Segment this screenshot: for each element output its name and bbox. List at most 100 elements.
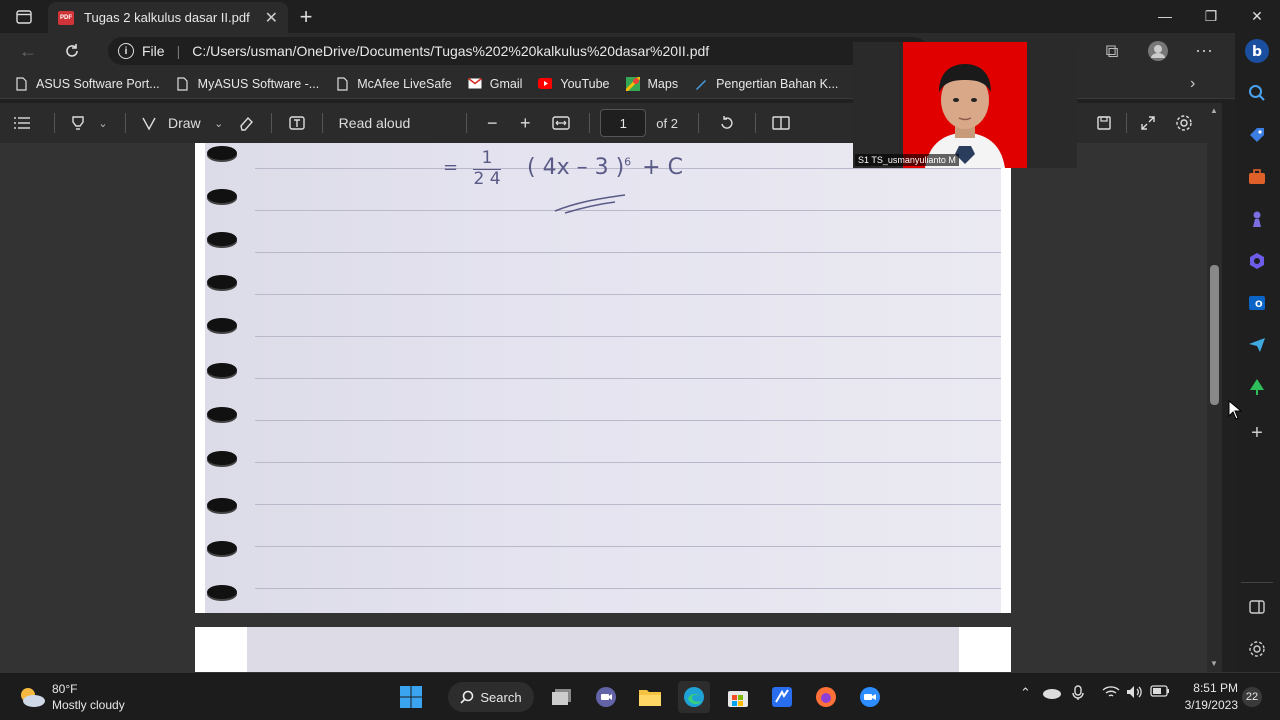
- microsoft-store-icon[interactable]: [722, 681, 754, 713]
- rotate-icon[interactable]: [709, 115, 745, 131]
- handwritten-fraction: 1 2 4: [469, 149, 505, 188]
- close-window-button[interactable]: ✕: [1234, 0, 1280, 32]
- toolbar-divider: [697, 113, 699, 133]
- show-hidden-icons-chevron-icon[interactable]: ⌃: [1020, 685, 1031, 701]
- tab-actions-button[interactable]: [10, 6, 38, 28]
- toolbar-divider: [1126, 113, 1127, 133]
- contents-list-icon[interactable]: [0, 116, 44, 130]
- firefox-icon[interactable]: [810, 681, 842, 713]
- highlight-chevron-down-icon[interactable]: ⌄: [91, 117, 115, 130]
- close-tab-icon[interactable]: ✕: [265, 8, 278, 28]
- notification-badge[interactable]: 22: [1242, 687, 1262, 707]
- clock-time: 8:51 PM: [1193, 681, 1238, 695]
- weather-widget[interactable]: 80°F Mostly cloudy: [18, 681, 125, 713]
- sidebar-settings-gear-icon[interactable]: [1243, 635, 1271, 663]
- bookmark-label: MyASUS Software -...: [197, 76, 320, 91]
- tree-icon[interactable]: [1243, 373, 1271, 401]
- draw-icon[interactable]: [136, 115, 162, 131]
- search-label: Search: [480, 689, 522, 705]
- bookmark-myasus[interactable]: MyASUS Software -...: [176, 76, 320, 91]
- collections-button[interactable]: ⧉: [1098, 39, 1126, 63]
- new-tab-button[interactable]: +: [294, 4, 318, 30]
- shopping-tag-icon[interactable]: [1243, 121, 1271, 149]
- active-tab[interactable]: PDF Tugas 2 kalkulus dasar II.pdf ✕: [48, 2, 288, 33]
- video-call-overlay[interactable]: S1 TS_usmanyulianto M: [853, 42, 1077, 168]
- bookmark-mcafee[interactable]: McAfee LiveSafe: [335, 77, 452, 91]
- save-icon[interactable]: [1092, 115, 1116, 131]
- task-view-icon[interactable]: [546, 681, 578, 713]
- vertical-scrollbar[interactable]: ▲ ▼: [1207, 103, 1222, 672]
- refresh-button[interactable]: [58, 39, 86, 63]
- highlight-icon[interactable]: [65, 115, 91, 131]
- url-field[interactable]: i File | C:/Users/usman/OneDrive/Documen…: [108, 37, 928, 65]
- back-button[interactable]: ←: [14, 39, 42, 63]
- app-editor-icon[interactable]: [766, 681, 798, 713]
- wifi-icon[interactable]: [1102, 685, 1120, 702]
- copilot-icon[interactable]: [1243, 247, 1271, 275]
- bookmark-gmail[interactable]: Gmail: [467, 77, 522, 91]
- zoom-out-button[interactable]: −: [477, 113, 507, 134]
- clock-date: 3/19/2023: [1184, 698, 1238, 712]
- read-aloud-button[interactable]: Read aloud: [333, 115, 417, 131]
- fraction-numerator: 1: [481, 148, 493, 168]
- scroll-down-icon[interactable]: ▼: [1210, 659, 1218, 668]
- start-button[interactable]: [395, 681, 427, 713]
- page-view-icon[interactable]: [766, 116, 796, 130]
- page-number-input[interactable]: 1: [600, 109, 647, 137]
- send-icon[interactable]: [1243, 331, 1271, 359]
- more-menu-button[interactable]: ⋯: [1190, 39, 1218, 63]
- toolbar-divider: [54, 113, 55, 133]
- volume-icon[interactable]: [1126, 685, 1144, 702]
- windows-logo-icon: [400, 686, 422, 708]
- bookmark-pengertian[interactable]: Pengertian Bahan K...: [694, 77, 838, 91]
- scroll-up-icon[interactable]: ▲: [1210, 106, 1218, 115]
- toolbar-divider: [270, 113, 272, 133]
- outlook-icon[interactable]: O: [1243, 289, 1271, 317]
- games-chess-icon[interactable]: [1243, 205, 1271, 233]
- search-icon[interactable]: [1243, 79, 1271, 107]
- eraser-icon[interactable]: [231, 115, 261, 131]
- handwritten-expression: ( 4x – 3 )6 + C: [527, 155, 683, 180]
- zoom-app-icon[interactable]: [854, 681, 886, 713]
- text-box-icon[interactable]: [282, 115, 312, 131]
- page-2-paper-image: [247, 627, 959, 672]
- scrollbar-thumb[interactable]: [1210, 265, 1219, 405]
- system-clock[interactable]: 8:51 PM 3/19/2023: [1180, 680, 1238, 714]
- bookmark-label: McAfee LiveSafe: [357, 76, 452, 91]
- profile-button[interactable]: [1144, 39, 1172, 63]
- bookmark-youtube[interactable]: YouTube: [538, 77, 610, 91]
- pdf-icon: PDF: [58, 10, 74, 25]
- file-explorer-icon[interactable]: [634, 681, 666, 713]
- pdf-page-2: [195, 627, 1011, 672]
- draw-chevron-down-icon[interactable]: ⌄: [207, 117, 231, 130]
- draw-button[interactable]: Draw: [162, 115, 207, 131]
- bookmark-maps[interactable]: Maps: [625, 76, 679, 91]
- page-icon: [335, 76, 349, 91]
- fullscreen-icon[interactable]: [1136, 115, 1160, 131]
- handwritten-underline: [554, 194, 626, 214]
- notebook-paper-image: = 1 2 4 ( 4x – 3 )6 + C: [205, 143, 1001, 613]
- info-icon[interactable]: i: [118, 43, 134, 59]
- onedrive-cloud-icon[interactable]: [1042, 685, 1062, 702]
- teams-chat-icon[interactable]: [590, 681, 622, 713]
- battery-icon[interactable]: [1150, 685, 1170, 700]
- toolbar-divider: [125, 113, 126, 133]
- bookmark-label: Maps: [647, 76, 679, 91]
- pdf-viewer[interactable]: = 1 2 4 ( 4x – 3 )6 + C: [0, 143, 1222, 672]
- settings-gear-icon[interactable]: [1172, 114, 1196, 132]
- edge-browser-icon[interactable]: [678, 681, 710, 713]
- hide-sidebar-icon[interactable]: [1243, 593, 1271, 621]
- favorites-overflow-chevron-icon[interactable]: ›: [1190, 75, 1195, 93]
- add-sidebar-app-icon[interactable]: +: [1243, 419, 1271, 447]
- bing-chat-icon[interactable]: b: [1243, 37, 1271, 65]
- restore-button[interactable]: ❐: [1188, 0, 1234, 32]
- page-icon: [14, 76, 28, 91]
- tools-briefcase-icon[interactable]: [1243, 163, 1271, 191]
- taskbar-search-button[interactable]: Search: [448, 682, 534, 712]
- microphone-icon[interactable]: [1072, 685, 1084, 704]
- bookmark-asus-portal[interactable]: ASUS Software Port...: [14, 77, 160, 91]
- url-separator: |: [176, 43, 181, 59]
- minimize-button[interactable]: —: [1142, 0, 1188, 32]
- zoom-in-button[interactable]: +: [507, 113, 543, 134]
- fit-page-icon[interactable]: [543, 116, 579, 130]
